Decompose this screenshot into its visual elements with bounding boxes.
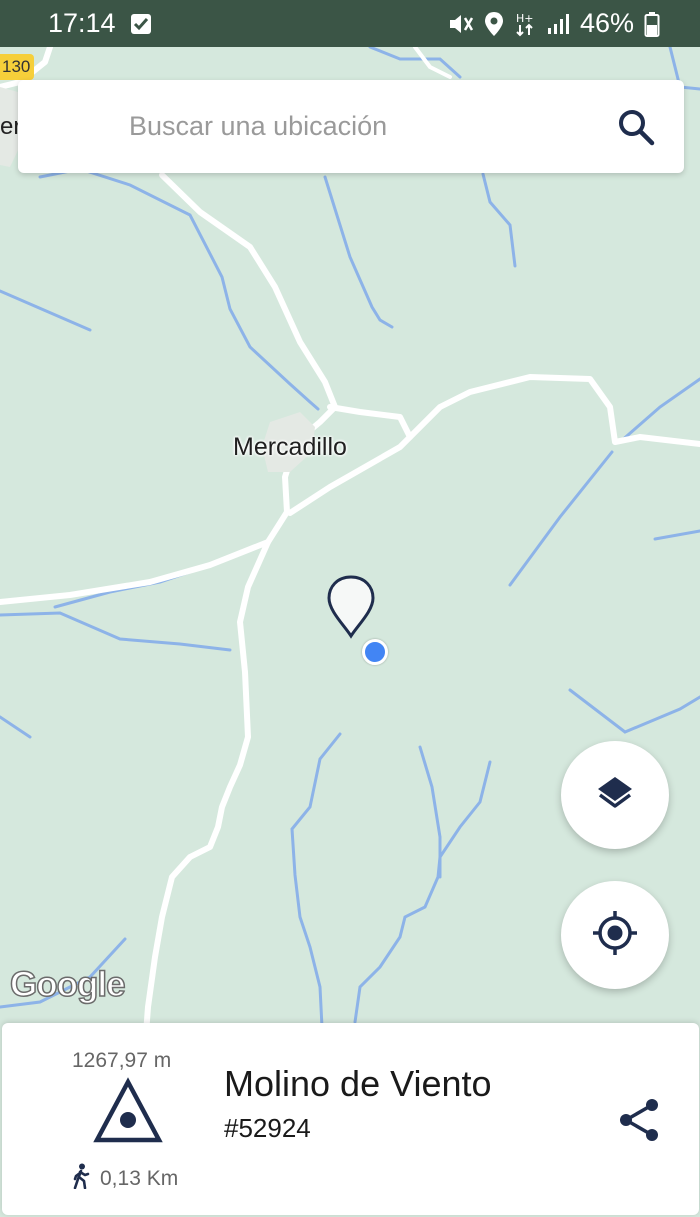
poi-name: Molino de Viento	[224, 1063, 492, 1104]
stream	[290, 732, 342, 1069]
stream	[353, 760, 492, 1024]
road	[287, 374, 700, 516]
location-icon	[484, 11, 504, 37]
road	[0, 539, 271, 605]
status-time: 17:14	[48, 8, 116, 38]
stream	[568, 688, 700, 734]
road-number-badge: 130	[0, 54, 35, 80]
stream	[618, 377, 700, 444]
place-label[interactable]: Mercadillo	[233, 433, 347, 462]
walking-person-icon	[72, 1163, 90, 1195]
stream	[323, 175, 394, 329]
svg-text:H+: H+	[516, 12, 534, 25]
poi-distance-value: 0,13 Km	[100, 1167, 179, 1190]
share-icon[interactable]	[617, 1097, 663, 1143]
stream	[418, 745, 442, 879]
stream	[0, 715, 32, 739]
my-location-icon	[592, 910, 638, 961]
summit-triangle-icon	[92, 1077, 164, 1145]
road	[142, 172, 338, 1050]
my-location-button[interactable]	[561, 881, 669, 989]
poi-elevation: 1267,97 m	[72, 1049, 172, 1072]
status-bar: 17:14 H+ 46%	[0, 0, 700, 47]
check-notification-icon	[130, 13, 152, 35]
search-bar	[18, 80, 684, 173]
stream	[481, 172, 517, 268]
data-transfer-icon: H+	[514, 11, 536, 37]
layers-button[interactable]	[561, 741, 669, 849]
layers-icon	[595, 773, 635, 818]
stream	[0, 289, 92, 332]
poi-distance: 0,13 Km	[72, 1163, 178, 1195]
status-right: H+ 46%	[448, 8, 660, 39]
google-attribution-logo: Google	[9, 964, 126, 1005]
stream	[508, 450, 614, 587]
search-icon[interactable]	[616, 107, 656, 147]
stream	[653, 529, 700, 541]
status-left: 17:14	[48, 8, 152, 39]
poi-id: #52924	[224, 1113, 311, 1143]
search-input[interactable]	[129, 111, 589, 142]
stream	[0, 611, 232, 652]
battery-icon	[644, 11, 660, 37]
stream	[368, 47, 462, 79]
poi-info-card[interactable]: 1267,97 m 0,13 Km Molino de Viento #5292…	[2, 1023, 699, 1215]
selected-poi-pin-icon[interactable]	[326, 575, 376, 639]
mute-vibrate-icon	[448, 12, 474, 36]
signal-icon	[546, 12, 570, 36]
battery-percent: 46%	[579, 8, 634, 38]
current-location-dot	[362, 639, 388, 665]
